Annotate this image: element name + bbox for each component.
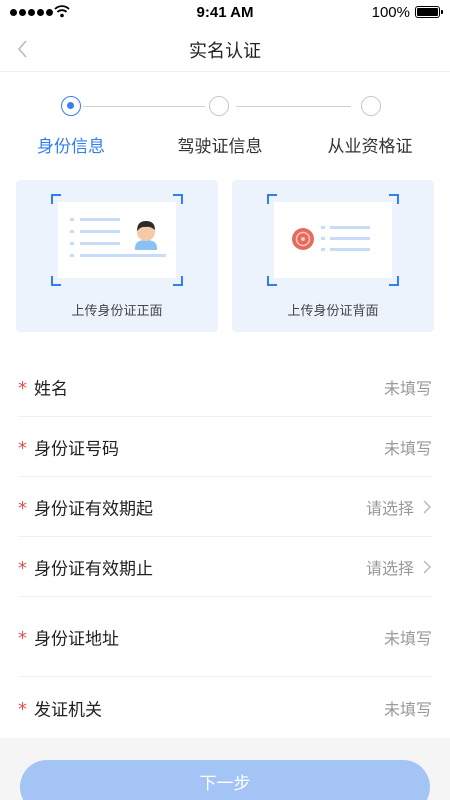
field-label: 身份证有效期起 (34, 499, 153, 519)
field-value: 未填写 (383, 438, 432, 458)
required-mark: * (18, 497, 27, 519)
required-mark: * (18, 377, 27, 399)
step-connector (236, 106, 351, 107)
upload-id-front-button[interactable]: 上传身份证正面 (16, 180, 218, 332)
field-label: 姓名 (34, 379, 68, 399)
step-indicator: 身份信息 驾驶证信息 从业资格证 (0, 90, 450, 170)
field-id-number[interactable]: * 身份证号码 未填写 (18, 417, 432, 477)
field-value: 请选择 (365, 498, 414, 518)
field-id-valid-from[interactable]: * 身份证有效期起 请选择 (18, 477, 432, 537)
required-mark: * (18, 698, 27, 720)
step-label-identity[interactable]: 身份信息 (1, 132, 141, 157)
upload-id-back-button[interactable]: 上传身份证背面 (232, 180, 434, 332)
required-mark: * (18, 557, 27, 579)
required-mark: * (18, 437, 27, 459)
field-value: 未填写 (383, 378, 432, 398)
footer: 下一步 (0, 738, 450, 800)
field-label: 身份证地址 (34, 629, 119, 649)
step-dot-identity (61, 96, 81, 116)
field-value: 未填写 (383, 699, 432, 719)
field-name[interactable]: * 姓名 未填写 (18, 357, 432, 417)
field-id-address[interactable]: * 身份证地址 未填写 (18, 597, 432, 677)
step-label-qualification[interactable]: 从业资格证 (300, 132, 440, 157)
page-title: 实名认证 (189, 41, 261, 62)
field-value: 请选择 (365, 558, 414, 578)
chevron-right-icon (423, 499, 432, 514)
battery-icon (415, 6, 443, 18)
status-bar: 9:41 AM 100% (0, 0, 450, 26)
id-card-back-icon (274, 202, 392, 278)
step-label-license[interactable]: 驾驶证信息 (150, 132, 290, 157)
nav-bar: 实名认证 (0, 26, 450, 72)
step-dot-qualification (361, 96, 381, 116)
upload-id-front-label: 上传身份证正面 (71, 304, 163, 319)
field-label: 发证机关 (34, 700, 102, 720)
upload-id-back-label: 上传身份证背面 (287, 304, 379, 319)
field-label: 身份证号码 (34, 439, 119, 459)
id-card-front-icon (58, 202, 176, 278)
field-issuing-authority[interactable]: * 发证机关 未填写 (18, 677, 432, 738)
step-connector (83, 106, 205, 107)
field-id-valid-to[interactable]: * 身份证有效期止 请选择 (18, 537, 432, 597)
field-label: 身份证有效期止 (34, 559, 153, 579)
required-mark: * (18, 627, 27, 649)
chevron-right-icon (423, 559, 432, 574)
step-dot-license (209, 96, 229, 116)
field-value: 未填写 (383, 628, 432, 648)
battery-percent: 100% (371, 4, 410, 21)
next-step-button[interactable]: 下一步 (20, 760, 430, 800)
